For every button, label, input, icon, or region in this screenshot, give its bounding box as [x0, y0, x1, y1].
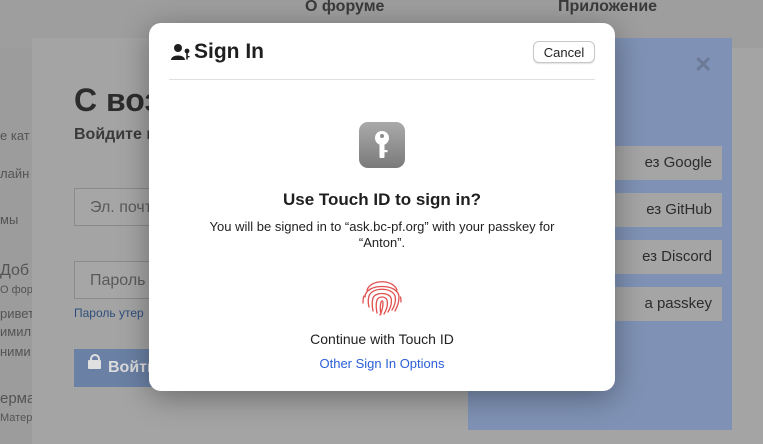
- sheet-title: Sign In: [194, 40, 264, 63]
- key-icon: [375, 131, 389, 158]
- sidebar-text: мы: [0, 212, 19, 227]
- passwords-app-icon: [359, 122, 405, 168]
- sidebar-text: ривет: [0, 306, 35, 321]
- person-key-icon: [171, 44, 190, 60]
- email-placeholder: Эл. почт: [90, 199, 153, 216]
- sidebar-text: Матер: [0, 412, 33, 424]
- close-icon[interactable]: ✕: [694, 52, 712, 78]
- sidebar-text: е кат: [0, 128, 30, 143]
- left-sidebar: е кат лайн мы Доб О форуме ривет имил ни…: [0, 48, 52, 444]
- passkey-sign-in-sheet: Sign In Cancel Use Touch ID to sign in? …: [149, 23, 615, 391]
- other-sign-in-options-link[interactable]: Other Sign In Options: [149, 356, 615, 371]
- prompt-title: Use Touch ID to sign in?: [282, 190, 481, 209]
- oauth-label: ез GitHub: [646, 201, 712, 218]
- cancel-button[interactable]: Cancel: [533, 41, 595, 63]
- sidebar-text: ерма: [0, 390, 36, 407]
- oauth-label: а passkey: [644, 295, 712, 312]
- lock-icon: [88, 354, 101, 369]
- login-heading: С воз: [74, 82, 161, 118]
- login-subheading: Войдите в: [74, 126, 157, 143]
- forgot-password-link[interactable]: Пароль утер: [74, 306, 144, 320]
- sidebar-text: имил: [0, 324, 32, 339]
- fingerprint-icon[interactable]: [359, 273, 405, 319]
- divider: [169, 79, 595, 80]
- nav-link-app[interactable]: Приложение: [558, 0, 657, 16]
- sidebar-text: ними: [0, 344, 31, 359]
- continue-touch-id-label: Continue with Touch ID: [310, 331, 454, 347]
- nav-link-about[interactable]: О форуме: [305, 0, 384, 16]
- prompt-description: You will be signed in to “ask.bc-pf.org”…: [209, 219, 555, 250]
- password-placeholder: Пароль: [90, 272, 146, 289]
- oauth-label: ез Discord: [642, 248, 712, 265]
- oauth-label: ез Google: [644, 154, 712, 171]
- sidebar-text: Доб: [0, 262, 30, 279]
- sidebar-text: лайн: [0, 166, 30, 181]
